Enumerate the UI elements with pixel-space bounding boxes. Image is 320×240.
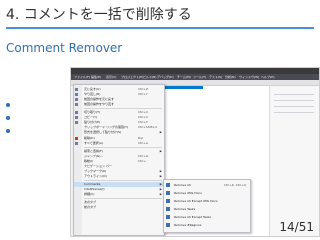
submenu-item-remove-xml-docs[interactable]: Remove XML Docs — [164, 190, 250, 196]
menu-separator — [84, 147, 162, 148]
submenu-item-remove-all[interactable]: Remove All Ctrl+K, Ctrl+Q — [164, 182, 250, 188]
section-title: Comment Remover — [6, 41, 123, 55]
menu-item-label: すべて選択(A) — [84, 141, 104, 145]
menu-item-paste-special[interactable]: 形式を選択して貼り付け(S) ▶ — [74, 130, 164, 135]
bullet-marker — [6, 129, 10, 133]
page-number: 14/51 — [279, 220, 314, 234]
redo-global-icon — [75, 103, 78, 106]
submenu-arrow-icon: ▶ — [159, 192, 162, 196]
menu-separator — [84, 108, 162, 109]
menu-separator — [84, 198, 162, 199]
menubar-item[interactable]: 表示(V) — [106, 75, 116, 79]
menubar-item[interactable]: 分析(N) — [225, 75, 236, 79]
menubar-item[interactable]: ビルド(B) — [143, 75, 156, 79]
submenu-item-label: Remove XML Docs — [174, 191, 202, 195]
submenu-item-remove-regions[interactable]: Remove #Regions — [164, 222, 250, 228]
menu-item-shortcut: Ctrl+A — [138, 141, 148, 145]
menu-item-label: 前回の操作をやり直す — [84, 102, 115, 106]
side-panel — [269, 86, 319, 236]
undo-global-icon — [75, 98, 78, 101]
editor-tab[interactable] — [163, 86, 203, 89]
paste-icon — [75, 121, 78, 124]
submenu-item-remove-all-except-tasks[interactable]: Remove All Except Tasks — [164, 214, 250, 220]
ide-screenshot: ファイル(F) 編集(E) 表示(V) プロジェクト(P) ビルド(B) デバッ… — [70, 67, 320, 237]
submenu-arrow-icon: ▶ — [159, 174, 162, 178]
bullet-marker — [6, 103, 10, 107]
slide-title: 4. コメントを一括で削除する — [6, 7, 192, 23]
panel-line — [274, 106, 314, 107]
panel-line — [274, 112, 314, 113]
submenu-item-label: Remove All — [174, 183, 191, 187]
menu-item-redo-last-global[interactable]: 前回の操作をやり直す — [74, 102, 164, 107]
comment-remove-icon — [166, 215, 170, 219]
comment-remove-icon — [166, 183, 170, 187]
menubar-item[interactable]: チーム(M) — [177, 75, 191, 79]
menu-item-outlining[interactable]: アウトライン(O) ▶ — [74, 174, 164, 179]
redo-icon — [75, 93, 78, 96]
panel-line — [274, 100, 314, 101]
menubar-item[interactable]: デバッグ(D) — [157, 75, 174, 79]
comments-submenu: Remove All Ctrl+K, Ctrl+Q Remove XML Docs… — [163, 179, 251, 233]
title-underline — [6, 27, 314, 29]
comment-remove-icon — [166, 199, 170, 203]
cut-icon — [75, 111, 78, 114]
submenu-item-label: Remove Tasks — [174, 207, 196, 211]
menu-item-select-all[interactable]: すべて選択(A) Ctrl+A — [74, 141, 164, 146]
comment-remove-icon — [166, 207, 170, 211]
menu-item-previous-tab[interactable]: 前のタブ — [74, 205, 164, 210]
submenu-item-label: Remove All Except Tasks — [174, 215, 211, 219]
menubar-item[interactable]: プロジェクト(P) — [121, 75, 143, 79]
menubar-item[interactable]: テスト(S) — [209, 75, 222, 79]
edit-menu: 元に戻す(U) Ctrl+Z やり直し(R) Ctrl+Y 前回の操作を元に戻す 前… — [73, 84, 165, 236]
menu-item-advanced[interactable]: 詳細(V) ▶ — [74, 192, 164, 197]
submenu-item-label: Remove All Except XML Docs — [174, 199, 218, 203]
panel-line — [274, 94, 314, 95]
menu-item-label: 前のタブ — [84, 205, 97, 209]
menu-item-label: 詳細(V) — [84, 192, 95, 196]
menubar-item[interactable]: ファイル(F) — [74, 75, 90, 79]
undo-icon — [75, 88, 78, 91]
comment-remove-icon — [166, 223, 170, 227]
menubar-item[interactable]: ツール(T) — [193, 75, 206, 79]
submenu-item-remove-tasks[interactable]: Remove Tasks — [164, 206, 250, 212]
menubar-item[interactable]: ウィンドウ(W) — [239, 75, 259, 79]
menu-item-label: アウトライン(O) — [84, 174, 107, 178]
submenu-arrow-icon: ▶ — [159, 130, 162, 134]
menubar-item[interactable]: ヘルプ(H) — [261, 75, 275, 79]
menu-item-label: 形式を選択して貼り付け(S) — [84, 130, 122, 134]
copy-icon — [75, 116, 78, 119]
submenu-item-remove-all-except-xml-docs[interactable]: Remove All Except XML Docs — [164, 198, 250, 204]
comment-remove-icon — [166, 191, 170, 195]
menubar-item[interactable]: 編集(E) — [91, 75, 101, 79]
menu-separator — [84, 180, 162, 181]
submenu-item-label: Remove #Regions — [174, 223, 202, 227]
bullet-marker — [6, 116, 10, 120]
select-all-icon — [75, 142, 78, 145]
submenu-item-shortcut: Ctrl+K, Ctrl+Q — [224, 183, 246, 187]
delete-icon — [75, 137, 78, 140]
